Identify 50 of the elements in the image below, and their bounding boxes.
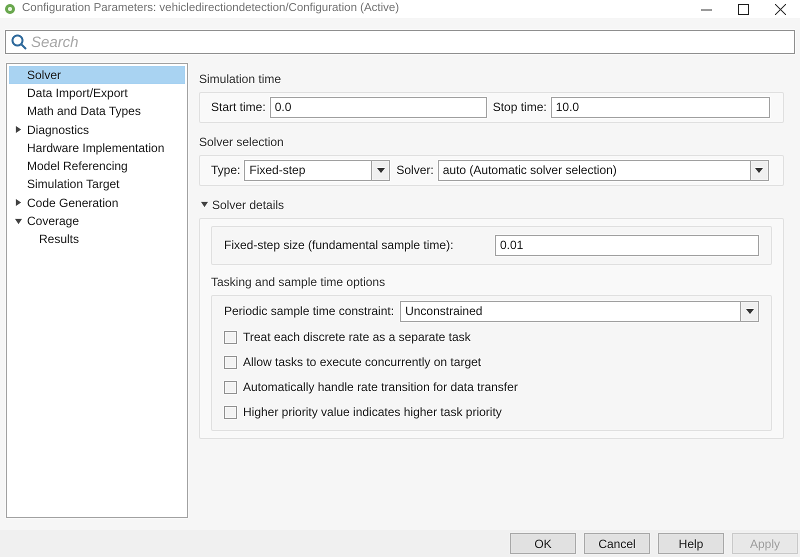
maximize-icon[interactable] <box>738 4 749 14</box>
sidebar-item[interactable]: Solver <box>9 66 185 84</box>
checkbox-label: Automatically handle rate transition for data transfer <box>243 379 518 396</box>
sidebar-item[interactable]: Code Generation <box>9 194 185 212</box>
dropdown-arrow-icon <box>376 168 385 172</box>
dialog-button[interactable]: Cancel <box>584 533 650 554</box>
field-label: Solver: <box>396 162 434 179</box>
field-label: Type: <box>211 162 240 179</box>
expanded-triangle-icon[interactable] <box>15 218 22 225</box>
app-logo-icon <box>4 3 16 15</box>
sidebar-item[interactable]: Hardware Implementation <box>9 138 185 157</box>
close-icon[interactable] <box>775 4 786 14</box>
checkbox[interactable] <box>224 356 237 368</box>
sidebar-item[interactable]: Coverage <box>9 212 185 230</box>
solver-dropdown[interactable]: auto (Automatic solver selection) <box>438 160 769 180</box>
constraint-dropdown[interactable]: Unconstrained <box>400 300 759 322</box>
sidebar-item[interactable]: Model Referencing <box>9 156 185 176</box>
field-label: Stop time: <box>492 99 547 116</box>
window-title: Configuration Parameters: vehicledirectiondetection/Configuration (Active) <box>22 1 400 16</box>
dialog-button[interactable]: OK <box>510 533 576 554</box>
section-title: Solver details <box>212 196 284 214</box>
start-time-field[interactable]: 0.0 <box>270 96 487 118</box>
sidebar-item[interactable]: Simulation Target <box>9 175 185 194</box>
field-label: Start time: <box>211 99 266 116</box>
sidebar-item[interactable]: Diagnostics <box>9 120 185 139</box>
expanded-triangle-icon[interactable] <box>201 201 208 208</box>
field-label: Fixed-step size (fundamental sample time): <box>224 237 454 254</box>
collapsed-triangle-icon[interactable] <box>15 126 22 134</box>
dialog-button[interactable]: Help <box>658 533 724 554</box>
section-title: Simulation time <box>199 70 282 88</box>
stop-time-field[interactable]: 10.0 <box>550 96 770 118</box>
checkbox[interactable] <box>224 330 237 344</box>
sidebar-item[interactable]: Math and Data Types <box>9 102 185 120</box>
search-field[interactable]: Search <box>5 30 795 54</box>
checkbox[interactable] <box>224 406 237 418</box>
search-icon <box>11 34 27 50</box>
section-title: Tasking and sample time options <box>211 274 386 290</box>
step-size-field[interactable]: 0.01 <box>495 234 759 256</box>
type-dropdown[interactable]: Fixed-step <box>244 160 390 180</box>
checkbox-label: Higher priority value indicates higher task priority <box>243 404 502 421</box>
section-title: Solver selection <box>199 134 285 150</box>
checkbox-label: Treat each discrete rate as a separate task <box>243 329 471 346</box>
dropdown-arrow-icon <box>746 308 754 314</box>
field-label: Periodic sample time constraint: <box>224 303 394 320</box>
dropdown-arrow-icon <box>755 168 764 172</box>
sidebar-item[interactable]: Data Import/Export <box>9 84 185 102</box>
collapsed-triangle-icon[interactable] <box>15 199 22 206</box>
checkbox-label: Allow tasks to execute concurrently on target <box>243 354 482 371</box>
checkbox[interactable] <box>224 380 237 394</box>
sidebar-item[interactable]: Results <box>9 230 185 248</box>
